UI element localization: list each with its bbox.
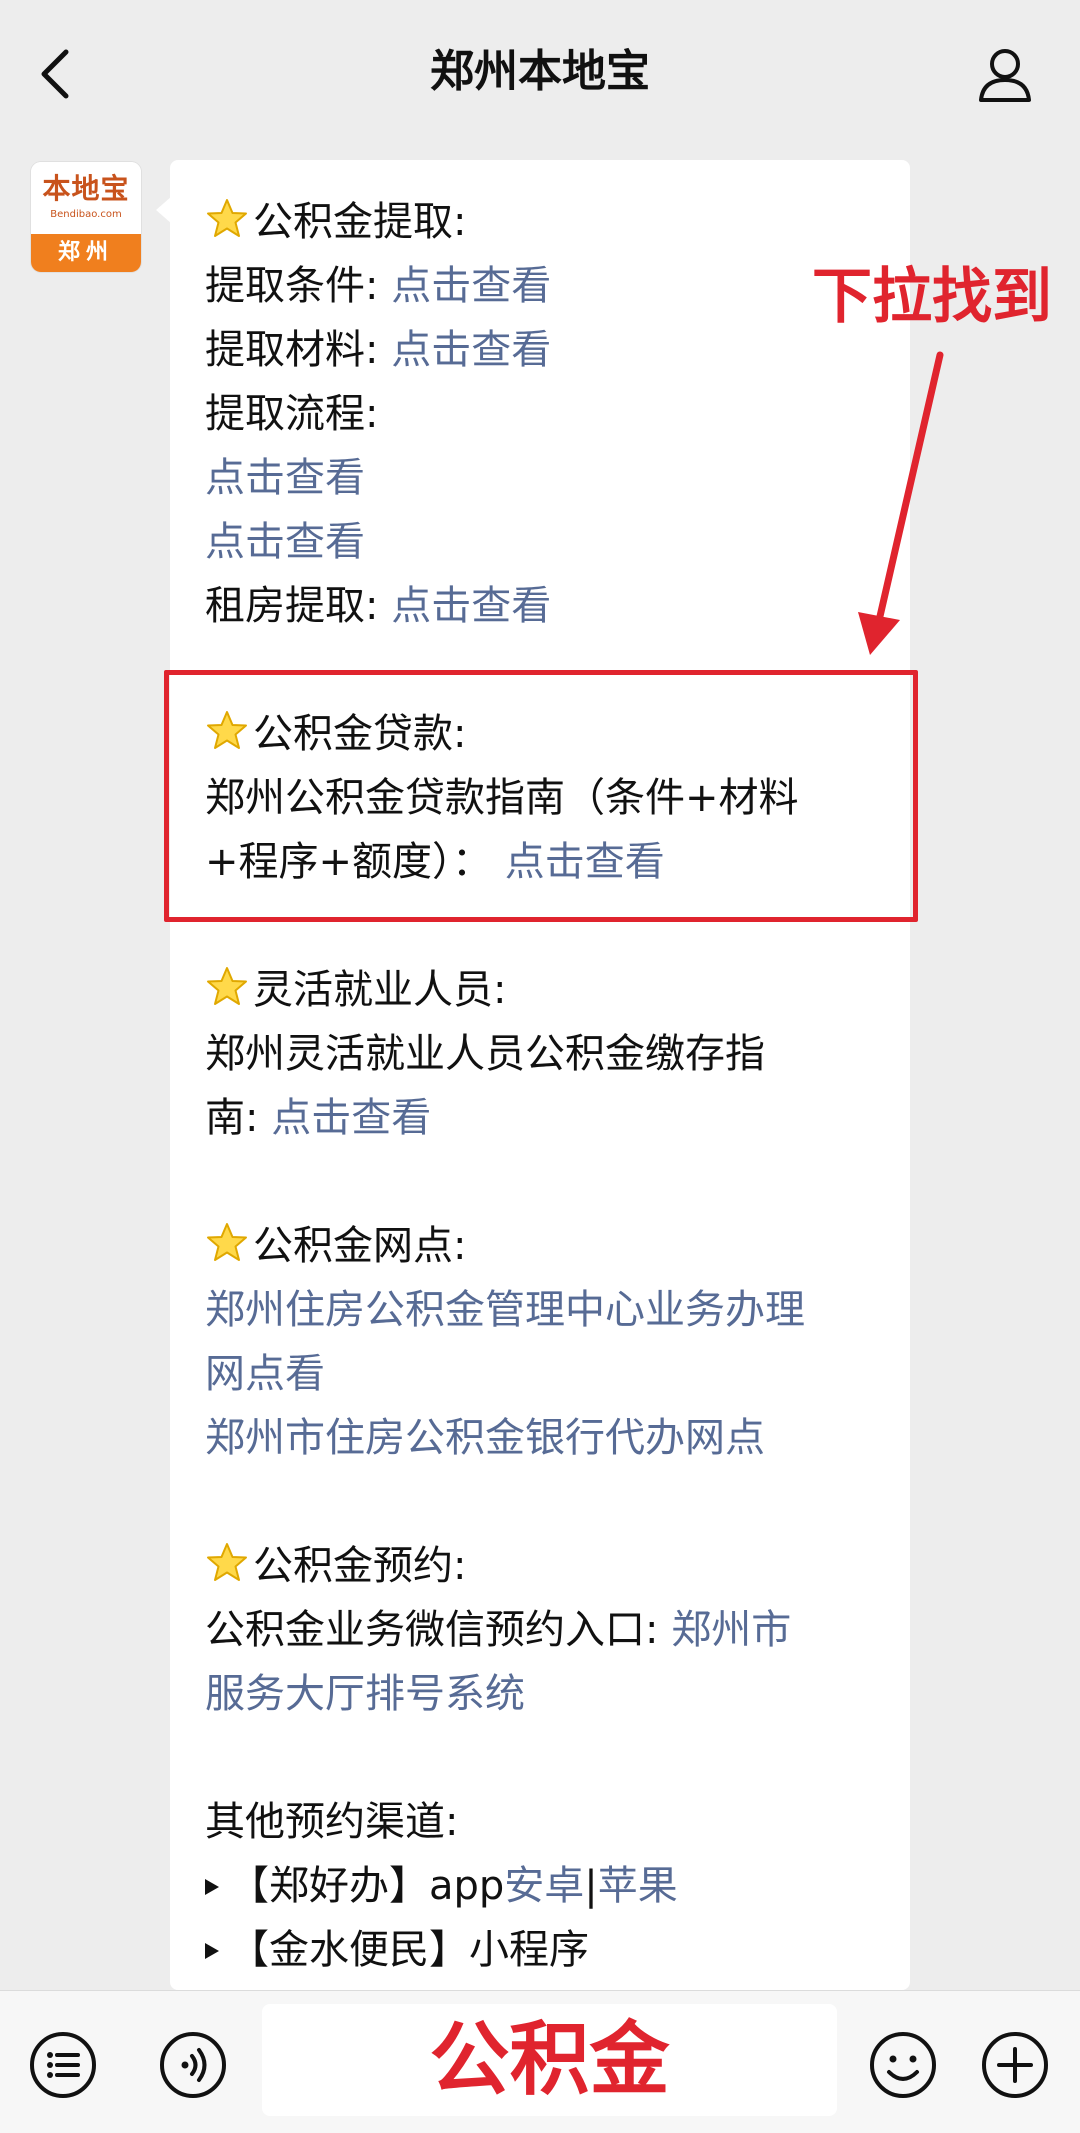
view-link[interactable]: 点击查看 — [391, 263, 551, 309]
page-title: 郑州本地宝 — [430, 46, 650, 97]
avatar-logo: 本地宝 Bendibao.com — [31, 162, 141, 234]
view-link[interactable]: 点击查看 — [391, 327, 551, 373]
section-title: 灵活就业人员: — [205, 958, 895, 1022]
highlight-box — [164, 670, 918, 922]
view-link[interactable]: 点击查看 — [271, 1095, 431, 1141]
section-title: 公积金提取: — [205, 190, 895, 254]
avatar-city: 郑州 — [31, 234, 141, 272]
paragraph-line: 南: 点击查看 — [205, 1095, 432, 1141]
bank-branch-link[interactable]: 郑州市住房公积金银行代办网点 — [205, 1406, 895, 1470]
branch-link[interactable]: 网点看 — [205, 1342, 895, 1406]
voice-icon[interactable] — [158, 2030, 228, 2100]
list-item: 提取材料: 点击查看 — [205, 327, 552, 373]
ios-link[interactable]: 苹果 — [598, 1863, 678, 1909]
list-item: 【金水便民】小程序 — [205, 1918, 895, 1982]
star-icon — [207, 1223, 247, 1261]
sender-avatar[interactable]: 本地宝 Bendibao.com 郑州 — [31, 162, 141, 272]
user-icon[interactable] — [975, 44, 1035, 104]
plus-icon[interactable] — [980, 2030, 1050, 2100]
bullet-triangle-icon — [205, 1943, 219, 1959]
queue-system-link[interactable]: 郑州市 — [671, 1607, 791, 1653]
list-item: 租房提取: 点击查看 — [205, 583, 552, 629]
bullet-triangle-icon — [205, 1879, 219, 1895]
section-title: 公积金预约: — [205, 1534, 895, 1598]
view-link[interactable]: 点击查看 — [205, 446, 895, 510]
annotation-label: 下拉找到 — [812, 262, 1052, 332]
section-title: 其他预约渠道: — [205, 1799, 459, 1845]
list-item: 提取流程: — [205, 391, 379, 437]
star-icon — [207, 967, 247, 1005]
paragraph-line: 公积金业务微信预约入口: 郑州市 — [205, 1607, 792, 1653]
android-link[interactable]: 安卓 — [504, 1863, 584, 1909]
list-item: 【郑好办】app安卓|苹果 — [205, 1854, 895, 1918]
top-bar: 郑州本地宝 — [0, 0, 1080, 140]
list-item: 提取条件: 点击查看 — [205, 263, 552, 309]
star-icon — [207, 1543, 247, 1581]
branch-link[interactable]: 郑州住房公积金管理中心业务办理 — [205, 1278, 895, 1342]
paragraph-line: 郑州灵活就业人员公积金缴存指 — [205, 1031, 765, 1077]
view-link[interactable]: 点击查看 — [391, 583, 551, 629]
queue-system-link[interactable]: 服务大厅排号系统 — [205, 1662, 895, 1726]
emoji-icon[interactable] — [868, 2030, 938, 2100]
view-link[interactable]: 点击查看 — [205, 510, 895, 574]
star-icon — [207, 199, 247, 237]
menu-list-icon[interactable] — [28, 2030, 98, 2100]
section-title: 公积金网点: — [205, 1214, 895, 1278]
message-input-text: 公积金 — [429, 2013, 670, 2106]
message-content: 公积金提取: 提取条件: 点击查看 提取材料: 点击查看 提取流程: 点击查看 … — [205, 190, 895, 1982]
